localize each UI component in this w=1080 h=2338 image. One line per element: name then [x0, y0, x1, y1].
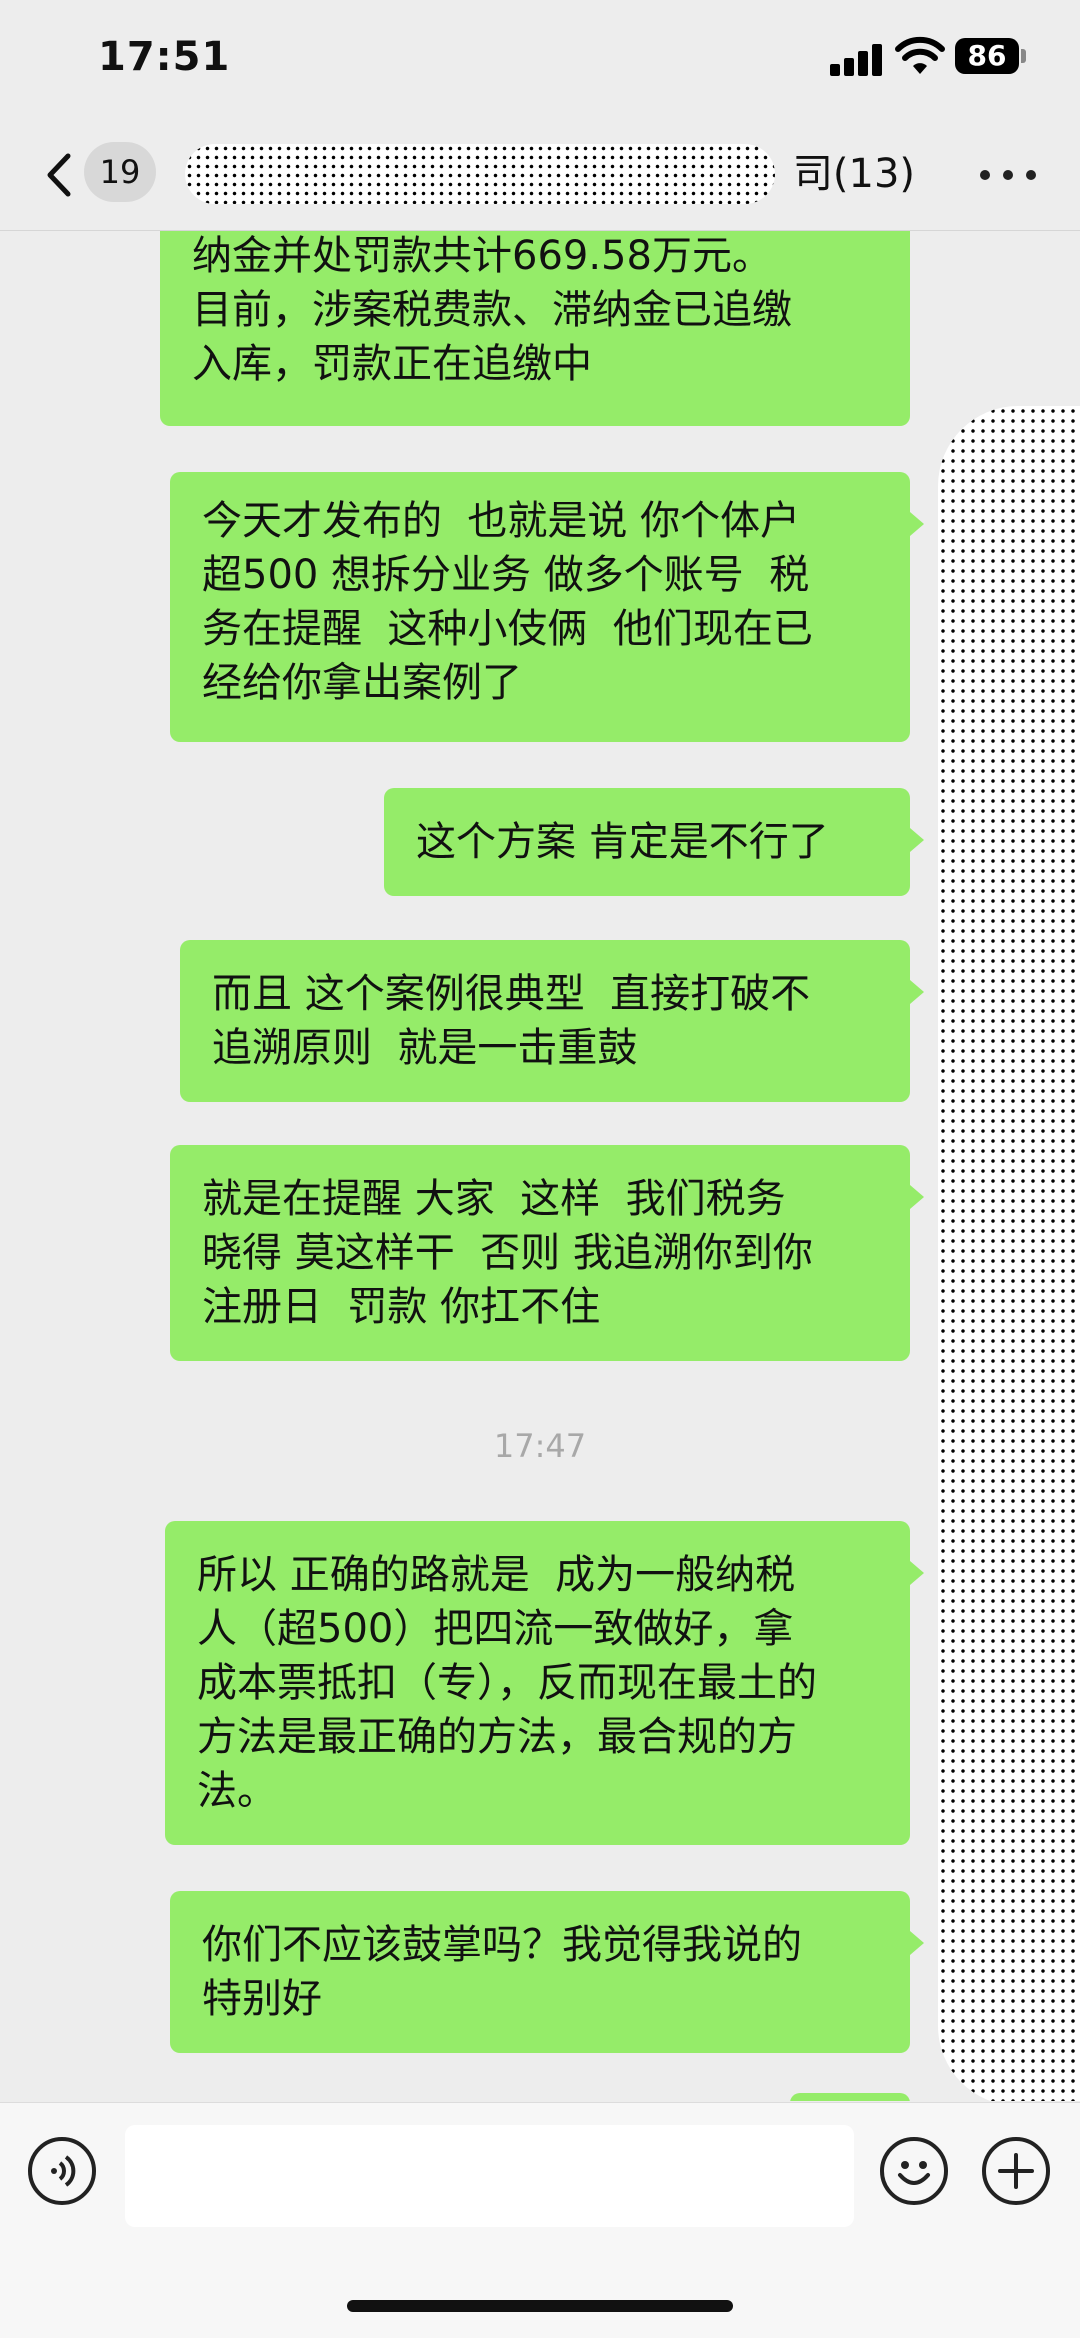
- message-text: 今天才发布的 也就是说 你个体户 超500 想拆分业务 做多个账号 税 务在提醒…: [202, 498, 813, 706]
- message-bubble[interactable]: 今天才发布的 也就是说 你个体户 超500 想拆分业务 做多个账号 税 务在提醒…: [170, 472, 924, 742]
- message-bubble[interactable]: [790, 2093, 910, 2101]
- signal-icon: [830, 44, 886, 76]
- emoji-icon[interactable]: [880, 2137, 948, 2205]
- status-time: 17:51: [98, 34, 231, 80]
- message-text: 而且 这个案例很典型 直接打破不 追溯原则 就是一击重鼓: [212, 971, 811, 1071]
- message-bubble[interactable]: 你们不应该鼓掌吗？我觉得我说的 特别好: [170, 1891, 924, 2053]
- message-bubble[interactable]: 而且 这个案例很典型 直接打破不 追溯原则 就是一击重鼓: [180, 940, 924, 1102]
- message-bubble[interactable]: 纳金并处罚款共计669.58万元。 目前，涉案税费款、滞纳金已追缴 入库，罚款正…: [160, 231, 910, 426]
- message-text: 纳金并处罚款共计669.58万元。 目前，涉案税费款、滞纳金已追缴 入库，罚款正…: [192, 233, 792, 387]
- redaction-mask: [938, 406, 1080, 2101]
- chat-header: 19 司(13): [0, 120, 1080, 231]
- battery-icon: 86: [955, 38, 1019, 74]
- wifi-icon: [895, 36, 945, 74]
- chat-title: 司(13): [185, 144, 915, 204]
- message-text: 就是在提醒 大家 这样 我们税务 晓得 莫这样干 否则 我追溯你到你 注册日 罚…: [202, 1176, 813, 1330]
- message-text: 这个方案 肯定是不行了: [416, 819, 829, 865]
- message-text: 所以 正确的路就是 成为一般纳税 人（超500）把四流一致做好，拿 成本票抵扣（…: [197, 1552, 817, 1814]
- message-timestamp: 17:47: [493, 1427, 587, 1465]
- more-dots-icon[interactable]: [980, 168, 1036, 182]
- home-indicator[interactable]: [347, 2300, 733, 2312]
- message-bubble[interactable]: 所以 正确的路就是 成为一般纳税 人（超500）把四流一致做好，拿 成本票抵扣（…: [165, 1521, 924, 1845]
- battery-cap: [1021, 49, 1026, 63]
- message-input[interactable]: [125, 2125, 854, 2227]
- plus-icon[interactable]: [982, 2137, 1050, 2205]
- chevron-left-icon[interactable]: [40, 150, 80, 200]
- message-bubble[interactable]: 就是在提醒 大家 这样 我们税务 晓得 莫这样干 否则 我追溯你到你 注册日 罚…: [170, 1145, 924, 1361]
- status-bar: 17:51 86: [0, 0, 1080, 120]
- message-text: 你们不应该鼓掌吗？我觉得我说的 特别好: [202, 1922, 802, 2022]
- voice-icon[interactable]: [28, 2137, 96, 2205]
- message-list[interactable]: 纳金并处罚款共计669.58万元。 目前，涉案税费款、滞纳金已追缴 入库，罚款正…: [0, 231, 1080, 2101]
- message-bubble[interactable]: 这个方案 肯定是不行了: [384, 788, 924, 896]
- unread-count-badge[interactable]: 19: [84, 142, 156, 202]
- redaction-mask: [185, 144, 775, 204]
